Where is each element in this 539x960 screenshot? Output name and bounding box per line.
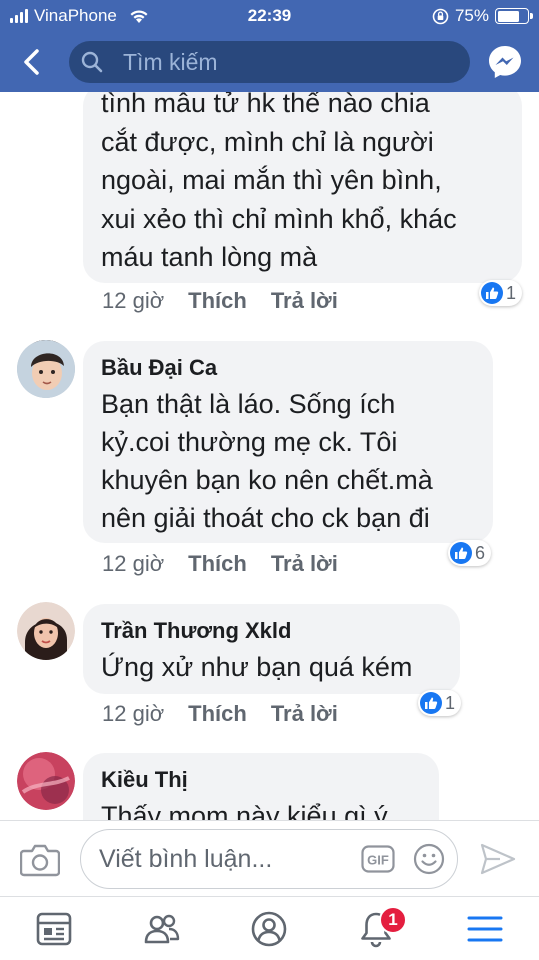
reaction-number: 1 [445,692,456,713]
thumbs-up-icon [420,692,442,714]
notification-badge: 1 [379,906,407,934]
reaction-count[interactable]: 1 [479,280,523,306]
comments-feed[interactable]: tình mẫu tử hk thế nào chia cắt được, mì… [0,92,539,820]
comment-bubble[interactable]: Trần Thương Xkld Ứng xử như bạn quá kém [83,604,460,694]
search-bar[interactable]: Tìm kiếm [69,41,470,83]
comment-author[interactable]: Trần Thương Xkld [101,614,442,648]
battery-icon [495,8,533,24]
profile-icon[interactable] [249,909,289,949]
send-icon[interactable] [480,843,516,875]
like-button[interactable]: Thích [188,551,247,577]
status-right: 75% [432,6,533,26]
gif-icon[interactable]: GIF [361,845,395,873]
comment-text: Bạn thật là láo. Sống ích kỷ.coi thường … [101,389,433,533]
comment-text: Ứng xử như bạn quá kém [101,652,413,682]
like-button[interactable]: Thích [188,701,247,727]
comment-time: 12 giờ [102,288,165,313]
comment-actions: 12 giờ Thích Trả lời [102,288,338,314]
comment-text: tình mẫu tử hk thế nào chia cắt được, mì… [101,92,457,272]
top-navigation-bar: Tìm kiếm [0,32,539,92]
comment-input-field[interactable]: Viết bình luận... GIF [80,829,458,889]
battery-level [497,10,520,22]
news-feed-icon[interactable] [34,909,74,949]
reply-button[interactable]: Trả lời [271,701,338,727]
comment-time: 12 giờ [102,551,165,576]
reaction-number: 1 [506,282,517,303]
reaction-number: 6 [475,542,486,563]
comment-input[interactable]: Viết bình luận... [99,845,272,874]
comment-bubble[interactable]: tình mẫu tử hk thế nào chia cắt được, mì… [83,92,522,283]
rotation-lock-icon [432,8,449,24]
reply-button[interactable]: Trả lời [271,551,338,577]
battery-percent: 75% [454,6,489,25]
reply-button[interactable]: Trả lời [271,288,338,314]
comment-bubble[interactable]: Bầu Đại Ca Bạn thật là láo. Sống ích kỷ.… [83,341,493,543]
comment-actions: 12 giờ Thích Trả lời [102,551,338,577]
comment-author[interactable]: Kiều Thị [101,763,421,797]
avatar-photo [17,752,75,810]
avatar-photo [17,340,75,398]
messenger-icon[interactable] [487,44,523,80]
menu-icon[interactable] [465,909,505,949]
avatar[interactable] [17,602,75,660]
comment-compose-bar: Viết bình luận... GIF [0,820,539,896]
avatar-photo [17,602,75,660]
comment-time: 12 giờ [102,701,165,726]
comment-text: Thấy mom này kiểu gì ý [101,801,388,820]
comment-actions: 12 giờ Thích Trả lời [102,701,338,727]
comment-author[interactable]: Bầu Đại Ca [101,351,475,385]
status-bar: VinaPhone 22:39 75% [0,0,539,32]
chevron-left-icon[interactable] [16,46,48,78]
camera-icon[interactable] [20,841,60,877]
gif-label: GIF [367,853,389,868]
comment-bubble[interactable]: Kiều Thị Thấy mom này kiểu gì ý [83,753,439,820]
thumbs-up-icon [481,282,503,304]
groups-icon[interactable] [142,909,182,949]
bottom-tab-bar [0,896,539,960]
search-input[interactable]: Tìm kiếm [123,49,218,76]
search-icon [81,51,103,73]
reaction-count[interactable]: 6 [448,540,492,566]
reaction-count[interactable]: 1 [418,690,462,716]
thumbs-up-icon [450,542,472,564]
like-button[interactable]: Thích [188,288,247,314]
emoji-icon[interactable] [413,843,445,875]
avatar[interactable] [17,752,75,810]
avatar[interactable] [17,340,75,398]
